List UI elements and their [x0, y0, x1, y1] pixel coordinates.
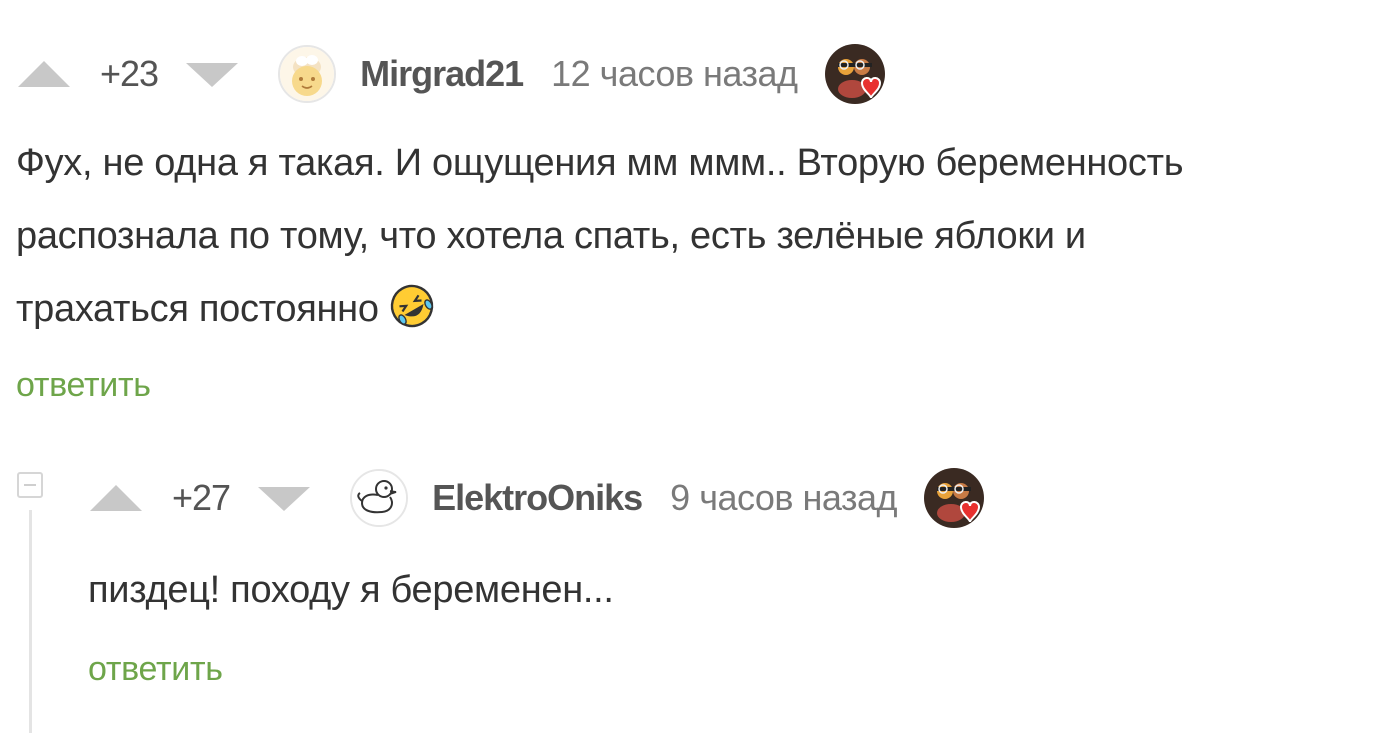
vote-up-icon	[90, 485, 142, 511]
vote-down-icon	[186, 63, 239, 87]
rating-value: +27	[172, 477, 231, 518]
heart-badge-icon[interactable]	[824, 43, 886, 105]
bun-face-avatar-icon[interactable]	[278, 45, 337, 103]
heart-badge-icon[interactable]	[923, 467, 985, 529]
comment-text-line: распознала по тому, что хотела спать, ес…	[16, 215, 1086, 257]
vote-up-button[interactable]	[88, 483, 144, 513]
rolling-on-floor-laughing-emoji	[389, 281, 435, 328]
comment-text-line: пиздец! походу я беременен...	[88, 569, 614, 611]
rating-value: +23	[100, 53, 159, 94]
duck-avatar-icon[interactable]	[350, 469, 409, 527]
timestamp: 9 часов назад	[670, 477, 898, 518]
reply-link[interactable]: ответить	[16, 366, 151, 405]
comment-1: +23 Mirgrad21 12 часов назад Фух, не одн…	[0, 0, 1391, 420]
vote-down-icon	[258, 487, 311, 511]
comment-text-line: Фух, не одна я такая. И ощущения мм ммм.…	[16, 142, 1184, 184]
vote-up-button[interactable]	[16, 59, 72, 89]
vote-down-button[interactable]	[256, 483, 312, 513]
comment-header: +23 Mirgrad21 12 часов назад	[16, 42, 886, 106]
vote-up-icon	[18, 61, 70, 87]
comment-text: пиздец! походу я беременен...	[88, 554, 1368, 627]
username[interactable]: Mirgrad21	[360, 53, 524, 95]
comment-text: Фух, не одна я такая. И ощущения мм ммм.…	[16, 127, 1376, 346]
vote-down-button[interactable]	[184, 59, 240, 89]
reply-link[interactable]: ответить	[88, 650, 223, 689]
comment-text-line: трахаться постоянно	[16, 273, 1376, 346]
comment-2: +27 ElektroOniks 9 часов назад пиздец! п…	[0, 440, 1391, 733]
comment-header: +27 ElektroOniks 9 часов назад	[88, 466, 985, 530]
username[interactable]: ElektroOniks	[432, 477, 643, 519]
timestamp: 12 часов назад	[551, 53, 798, 94]
